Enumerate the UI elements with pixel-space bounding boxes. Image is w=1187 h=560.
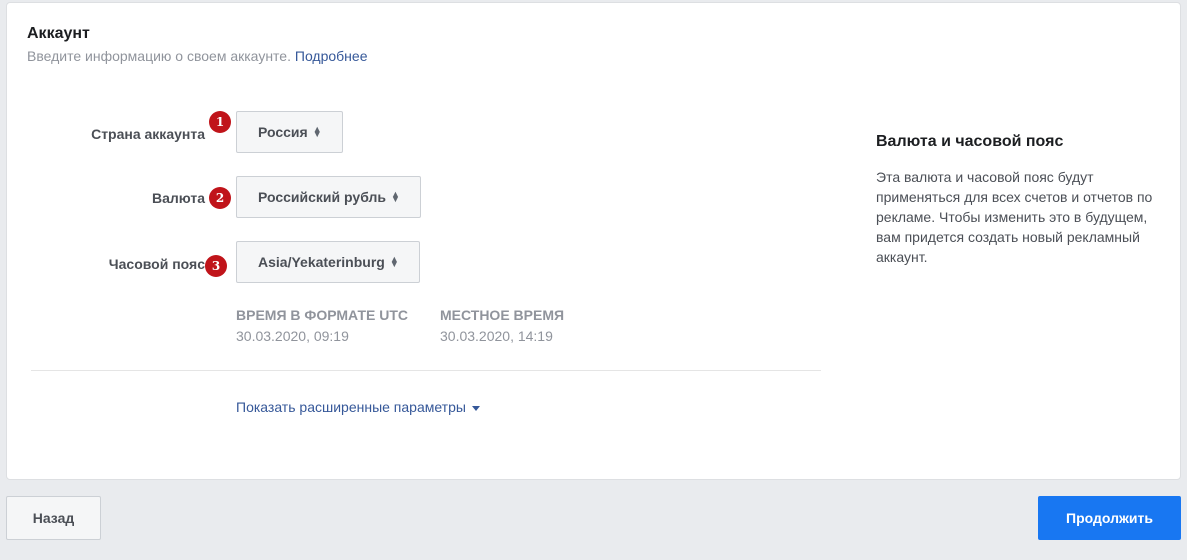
local-time: МЕСТНОЕ ВРЕМЯ 30.03.2020, 14:19 xyxy=(440,307,564,344)
local-time-label: МЕСТНОЕ ВРЕМЯ xyxy=(440,307,565,323)
divider xyxy=(31,370,821,371)
utc-time: ВРЕМЯ В ФОРМАТЕ UTC 30.03.2020, 09:19 xyxy=(236,307,408,344)
currency-label: Валюта xyxy=(151,190,205,206)
timezone-select[interactable]: Asia/Yekaterinburg ▲ ▼ xyxy=(236,241,420,283)
updown-arrows-icon: ▲ ▼ xyxy=(389,254,399,269)
account-card: Аккаунт Введите информацию о своем аккау… xyxy=(6,2,1181,480)
learn-more-link[interactable]: Подробнее xyxy=(295,48,368,64)
utc-time-value: 30.03.2020, 09:19 xyxy=(236,328,349,344)
side-info-text: Эта валюта и часовой пояс будут применят… xyxy=(876,169,1153,265)
updown-arrows-icon: ▲ ▼ xyxy=(312,124,322,139)
card-subtitle: Введите информацию о своем аккаунте. Под… xyxy=(27,48,367,64)
timezone-label: Часовой пояс xyxy=(108,256,205,272)
currency-value: Российский рубль xyxy=(258,189,386,205)
back-button[interactable]: Назад xyxy=(6,496,101,540)
show-advanced-link[interactable]: Показать расширенные параметры xyxy=(236,399,480,415)
step-badge-1: 1 xyxy=(209,111,231,133)
step-badge-2: 2 xyxy=(209,187,231,209)
currency-select[interactable]: Российский рубль ▲ ▼ xyxy=(236,176,421,218)
caret-down-icon xyxy=(471,405,480,411)
continue-button[interactable]: Продолжить xyxy=(1038,496,1181,540)
local-time-value: 30.03.2020, 14:19 xyxy=(440,328,553,344)
updown-arrows-icon: ▲ ▼ xyxy=(391,189,400,204)
show-advanced-label: Показать расширенные параметры xyxy=(236,399,466,415)
utc-time-label: ВРЕМЯ В ФОРМАТЕ UTC xyxy=(236,307,409,323)
country-select[interactable]: Россия ▲ ▼ xyxy=(236,111,343,153)
step-badge-3: 3 xyxy=(205,255,227,277)
timezone-value: Asia/Yekaterinburg xyxy=(258,254,385,270)
country-label: Страна аккаунта xyxy=(91,126,205,142)
subtitle-text: Введите информацию о своем аккаунте. xyxy=(27,48,291,64)
card-title: Аккаунт xyxy=(27,25,90,42)
country-value: Россия xyxy=(258,124,308,140)
side-info-title: Валюта и часовой пояс xyxy=(876,133,1064,150)
